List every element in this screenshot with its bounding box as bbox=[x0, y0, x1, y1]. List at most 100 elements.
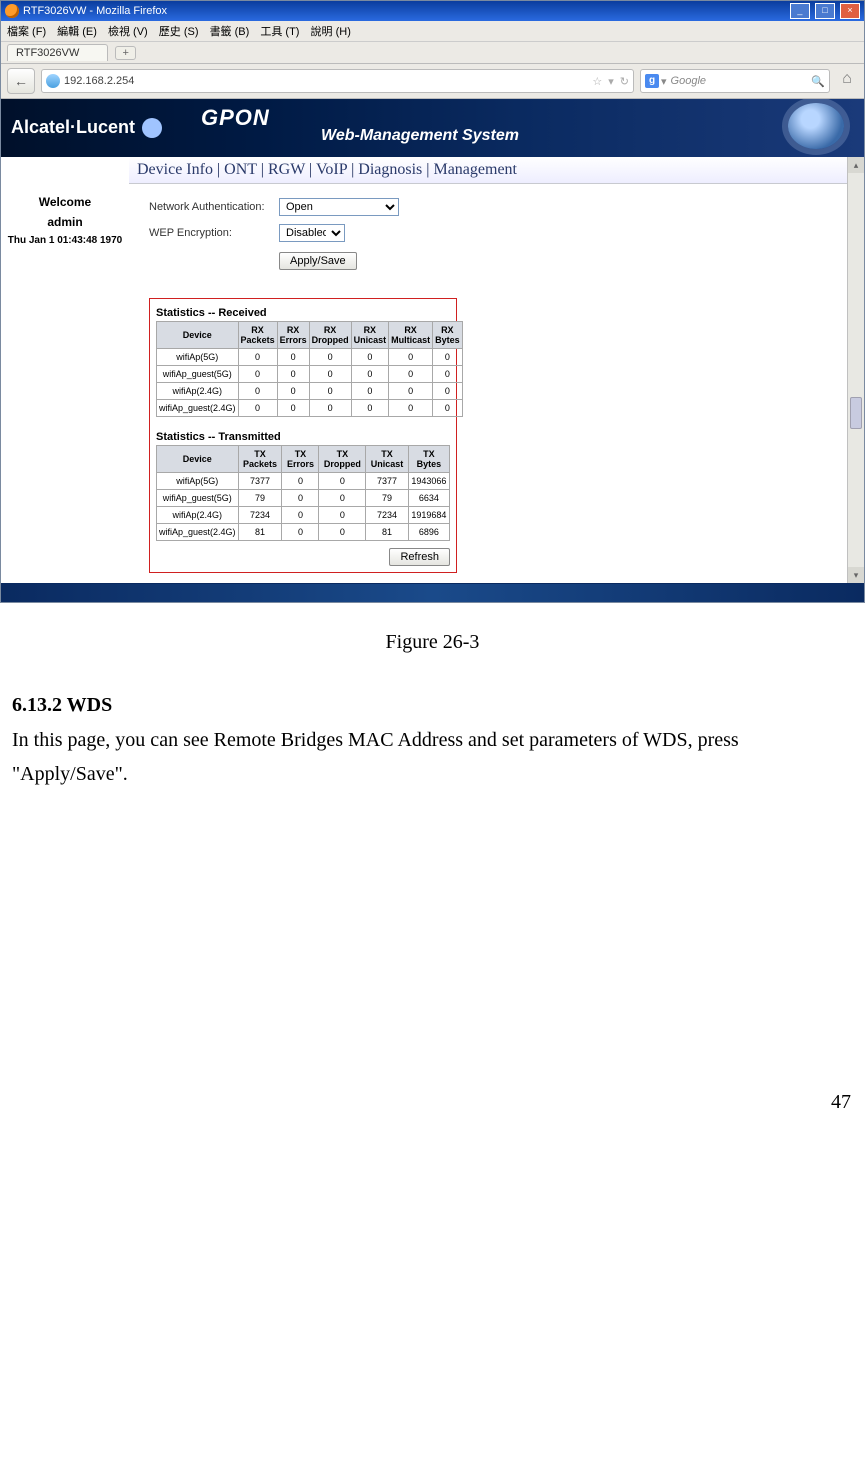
document-text: 6.13.2 WDS In this page, you can see Rem… bbox=[0, 694, 865, 791]
cell-device: wifiAp(2.4G) bbox=[157, 383, 239, 400]
crumb-rgw[interactable]: RGW bbox=[268, 161, 305, 178]
new-tab-button[interactable]: + bbox=[115, 46, 135, 60]
scroll-thumb[interactable] bbox=[850, 397, 862, 429]
firefox-icon bbox=[5, 4, 19, 18]
cell: 0 bbox=[309, 366, 351, 383]
crumb-ont[interactable]: ONT bbox=[224, 161, 257, 178]
cell: 1919684 bbox=[408, 507, 449, 524]
menu-edit[interactable]: 編輯 (E) bbox=[57, 26, 97, 38]
menu-bookmarks[interactable]: 書籤 (B) bbox=[210, 26, 250, 38]
cell: 0 bbox=[433, 349, 463, 366]
user-label: admin bbox=[1, 215, 129, 229]
menu-tools[interactable]: 工具 (T) bbox=[260, 26, 299, 38]
cell-device: wifiAp(2.4G) bbox=[157, 507, 239, 524]
cell: 0 bbox=[309, 349, 351, 366]
table-row: wifiAp_guest(5G)7900796634 bbox=[157, 490, 450, 507]
table-row: wifiAp_guest(5G)000000 bbox=[157, 366, 463, 383]
cell: 0 bbox=[238, 400, 277, 417]
star-icon[interactable]: ☆ bbox=[592, 75, 602, 88]
cell: 0 bbox=[319, 473, 366, 490]
window-title: RTF3026VW - Mozilla Firefox bbox=[23, 5, 167, 17]
cell: 0 bbox=[309, 383, 351, 400]
tx-h-errors: TX Errors bbox=[282, 446, 319, 473]
cell: 81 bbox=[238, 524, 282, 541]
close-button[interactable]: × bbox=[840, 3, 860, 19]
search-sep: ▾ bbox=[661, 75, 667, 88]
brand-logo-icon bbox=[142, 118, 162, 138]
menu-file[interactable]: 檔案 (F) bbox=[7, 26, 46, 38]
cell: 0 bbox=[319, 490, 366, 507]
search-icon[interactable]: 🔍 bbox=[811, 75, 825, 88]
cell: 0 bbox=[389, 349, 433, 366]
url-text: 192.168.2.254 bbox=[64, 75, 134, 87]
tx-h-unicast: TX Unicast bbox=[366, 446, 408, 473]
tx-header-row: Device TX Packets TX Errors TX Dropped T… bbox=[157, 446, 450, 473]
cell: 0 bbox=[282, 524, 319, 541]
menu-view[interactable]: 檢視 (V) bbox=[108, 26, 148, 38]
cell: 79 bbox=[238, 490, 282, 507]
google-icon: g bbox=[645, 74, 659, 88]
rx-h-unicast: RX Unicast bbox=[351, 322, 389, 349]
browser-tab[interactable]: RTF3026VW bbox=[7, 44, 108, 61]
scroll-down-icon[interactable]: ▾ bbox=[848, 567, 864, 583]
auth-select[interactable]: Open bbox=[279, 198, 399, 216]
cell: 0 bbox=[277, 400, 309, 417]
stats-box: Statistics -- Received Device RX Packets… bbox=[149, 298, 457, 573]
cell: 7377 bbox=[238, 473, 282, 490]
rx-h-dropped: RX Dropped bbox=[309, 322, 351, 349]
refresh-button[interactable]: Refresh bbox=[389, 548, 450, 566]
cell-device: wifiAp_guest(5G) bbox=[157, 490, 239, 507]
cell: 0 bbox=[238, 383, 277, 400]
cell: 81 bbox=[366, 524, 408, 541]
crumb-voip[interactable]: VoIP bbox=[316, 161, 347, 178]
back-button[interactable]: ← bbox=[7, 68, 35, 94]
sidebar: Welcome admin Thu Jan 1 01:43:48 1970 bbox=[1, 157, 129, 583]
cell: 0 bbox=[238, 366, 277, 383]
tabstrip: RTF3026VW + bbox=[1, 41, 864, 64]
rx-h-errors: RX Errors bbox=[277, 322, 309, 349]
table-row: wifiAp(5G)73770073771943066 bbox=[157, 473, 450, 490]
minimize-button[interactable]: _ bbox=[790, 3, 810, 19]
rx-title: Statistics -- Received bbox=[156, 307, 450, 319]
figure-caption: Figure 26-3 bbox=[0, 631, 865, 654]
crumb-diagnosis[interactable]: Diagnosis bbox=[358, 161, 422, 178]
banner-title1: GPON bbox=[201, 105, 270, 131]
dropdown-icon[interactable]: ▾ bbox=[608, 75, 614, 88]
cell: 1943066 bbox=[408, 473, 449, 490]
banner-title2: Web-Management System bbox=[321, 127, 519, 145]
crumb-device-info[interactable]: Device Info bbox=[137, 161, 213, 178]
browser-window: RTF3026VW - Mozilla Firefox _ □ × 檔案 (F)… bbox=[0, 0, 865, 603]
scroll-up-icon[interactable]: ▴ bbox=[848, 157, 864, 173]
menu-history[interactable]: 歷史 (S) bbox=[159, 26, 199, 38]
cell: 7234 bbox=[238, 507, 282, 524]
cell-device: wifiAp_guest(5G) bbox=[157, 366, 239, 383]
cell: 0 bbox=[351, 366, 389, 383]
cell: 0 bbox=[277, 349, 309, 366]
scrollbar[interactable]: ▴ ▾ bbox=[847, 157, 864, 583]
apply-save-button[interactable]: Apply/Save bbox=[279, 252, 357, 270]
menubar: 檔案 (F) 編輯 (E) 檢視 (V) 歷史 (S) 書籤 (B) 工具 (T… bbox=[1, 21, 864, 41]
cell: 0 bbox=[319, 524, 366, 541]
wep-select[interactable]: Disabled bbox=[279, 224, 345, 242]
menu-help[interactable]: 說明 (H) bbox=[311, 26, 351, 38]
url-input[interactable]: 192.168.2.254 ☆ ▾ ↻ bbox=[41, 69, 634, 93]
rx-h-multicast: RX Multicast bbox=[389, 322, 433, 349]
earth-icon bbox=[788, 103, 844, 149]
crumb-management[interactable]: Management bbox=[433, 161, 517, 178]
home-button[interactable]: ⌂ bbox=[836, 70, 858, 92]
cell: 0 bbox=[319, 507, 366, 524]
cell: 0 bbox=[282, 473, 319, 490]
section-heading: 6.13.2 WDS bbox=[12, 694, 853, 717]
cell: 0 bbox=[433, 366, 463, 383]
cell: 0 bbox=[309, 400, 351, 417]
maximize-button[interactable]: □ bbox=[815, 3, 835, 19]
cell: 6634 bbox=[408, 490, 449, 507]
cell-device: wifiAp_guest(2.4G) bbox=[157, 400, 239, 417]
globe-icon bbox=[46, 74, 60, 88]
tx-title: Statistics -- Transmitted bbox=[156, 431, 450, 443]
reload-icon[interactable]: ↻ bbox=[620, 75, 629, 88]
welcome-label: Welcome bbox=[1, 195, 129, 209]
cell-device: wifiAp(5G) bbox=[157, 349, 239, 366]
search-input[interactable]: g ▾ Google 🔍 bbox=[640, 69, 830, 93]
breadcrumb: Device Info | ONT | RGW | VoIP | Diagnos… bbox=[129, 157, 847, 184]
